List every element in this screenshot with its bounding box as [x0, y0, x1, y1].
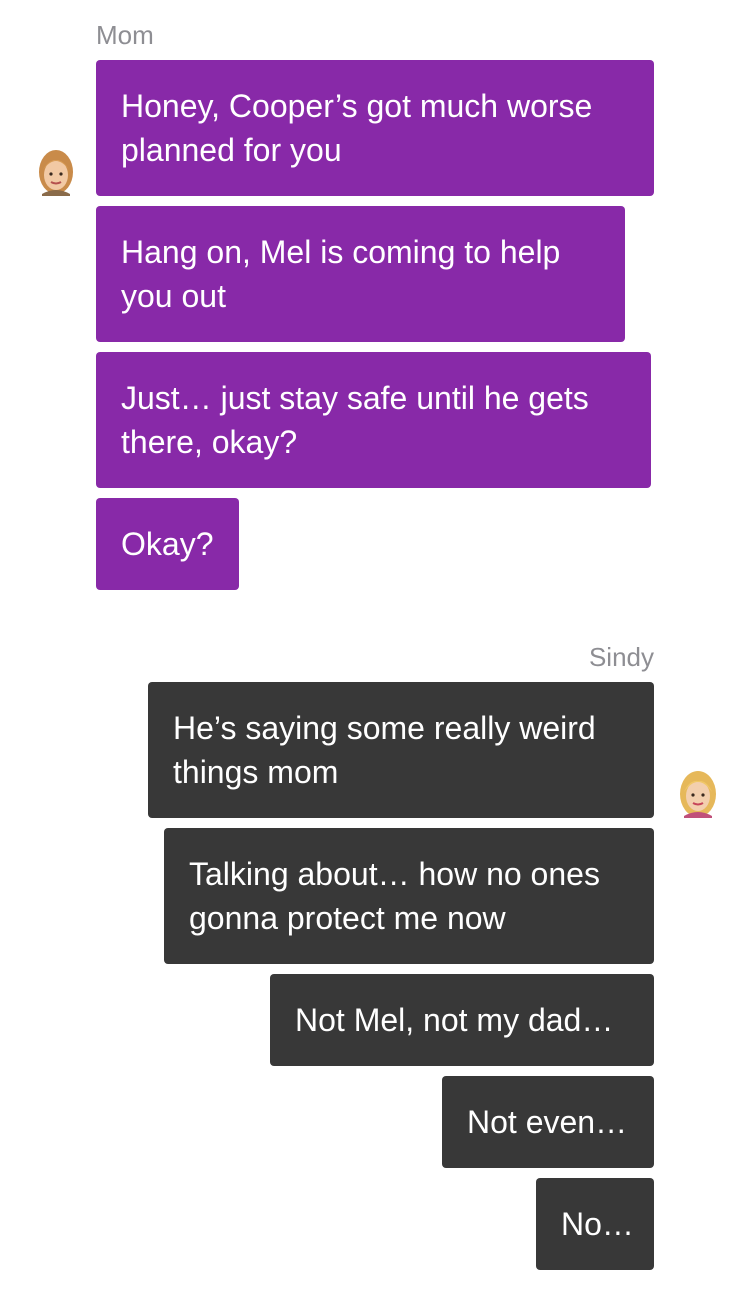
message-text: No… — [561, 1206, 634, 1242]
sender-name-mom: Mom — [96, 20, 154, 50]
message-text: Hang on, Mel is coming to help you out — [121, 234, 561, 314]
mom-avatar[interactable] — [34, 148, 78, 196]
message-text: Okay? — [121, 526, 214, 562]
woman-face-icon — [680, 771, 716, 818]
message-text: Talking about… how no ones gonna protect… — [189, 856, 600, 936]
sender-name-sindy: Sindy — [588, 642, 654, 672]
message-bubble-outgoing[interactable]: Not even… — [442, 1076, 654, 1168]
message-bubble-incoming[interactable]: Honey, Cooper’s got much worse planned f… — [96, 60, 654, 196]
message-bubble-outgoing[interactable]: He’s saying some really weird things mom — [148, 682, 654, 818]
message-bubble-outgoing[interactable]: Not Mel, not my dad… — [270, 974, 654, 1066]
message-text: Honey, Cooper’s got much worse planned f… — [121, 88, 593, 168]
message-text: Not Mel, not my dad… — [295, 1002, 614, 1038]
message-bubble-incoming[interactable]: Hang on, Mel is coming to help you out — [96, 206, 625, 342]
sindy-avatar[interactable] — [676, 770, 720, 818]
message-bubble-outgoing[interactable]: Talking about… how no ones gonna protect… — [164, 828, 654, 964]
message-bubble-outgoing[interactable]: No… — [536, 1178, 654, 1270]
message-bubble-incoming[interactable]: Okay? — [96, 498, 239, 590]
message-text: Not even… — [467, 1104, 628, 1140]
message-bubble-incoming[interactable]: Just… just stay safe until he gets there… — [96, 352, 651, 488]
woman-face-icon — [39, 150, 73, 196]
message-text: He’s saying some really weird things mom — [173, 710, 596, 790]
message-text: Just… just stay safe until he gets there… — [121, 380, 589, 460]
